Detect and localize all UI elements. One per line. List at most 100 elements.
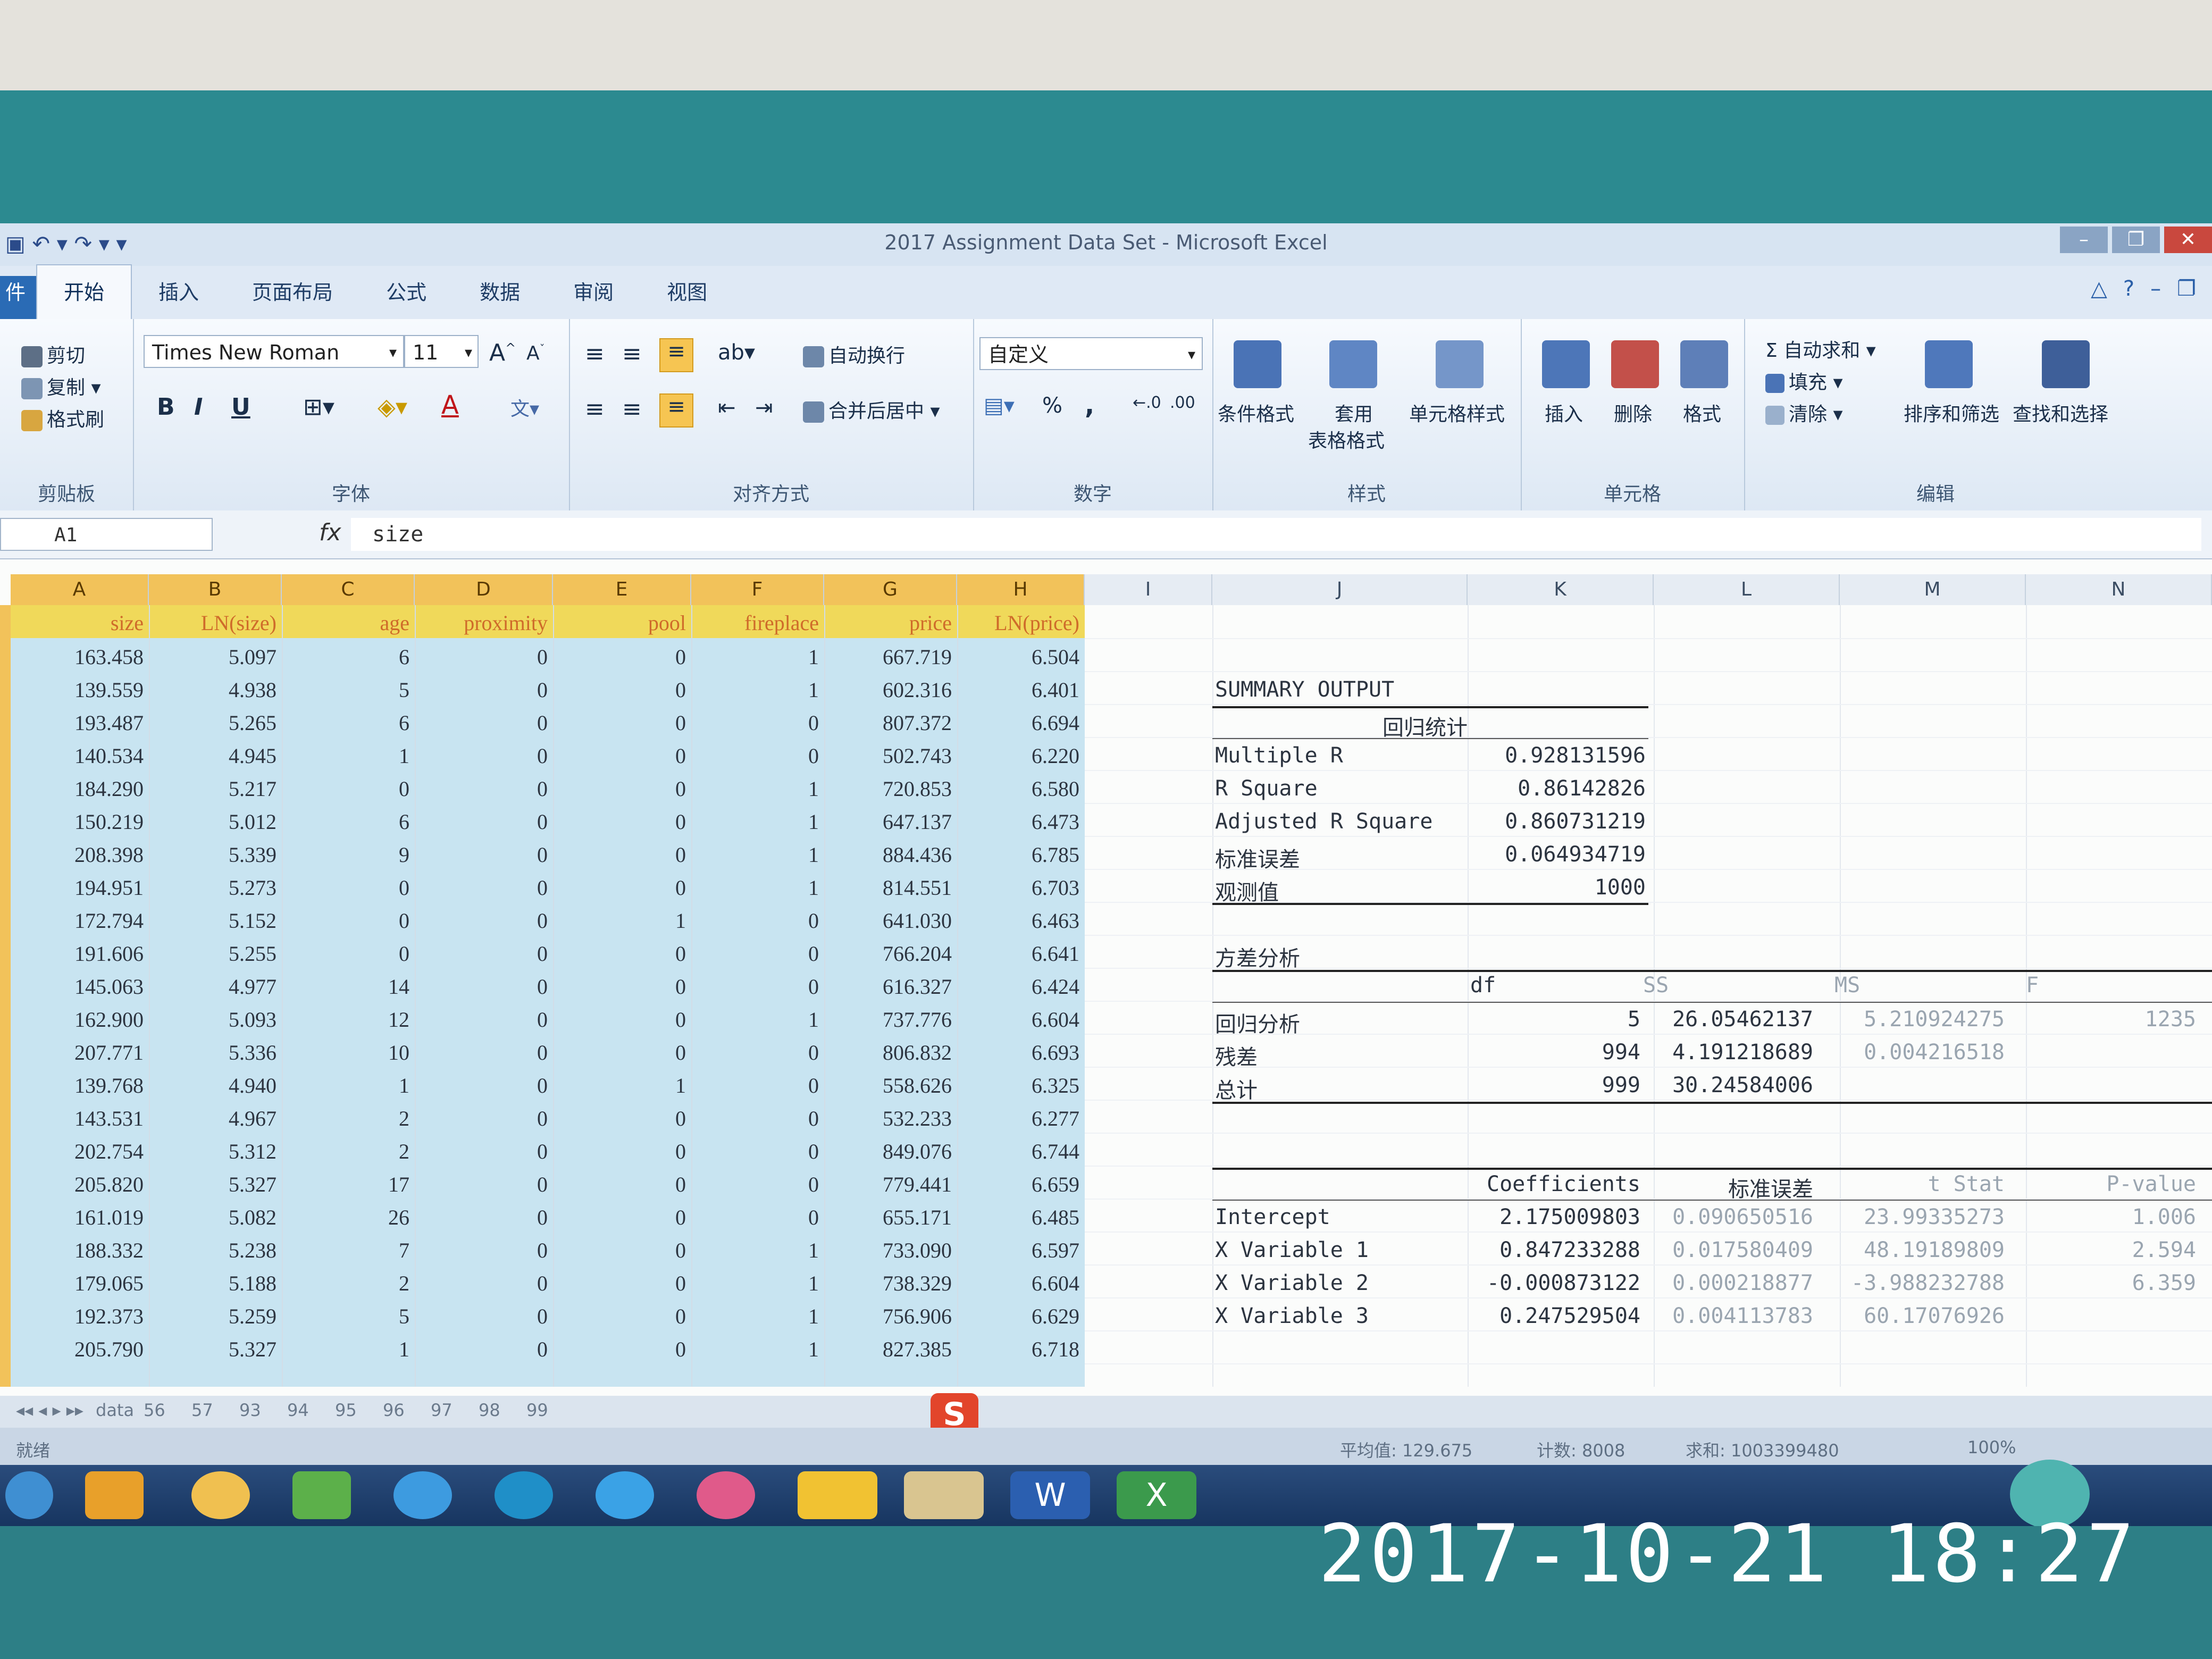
table-cell[interactable]: 145.063 (11, 974, 144, 999)
sheet-tab[interactable]: 95 (335, 1400, 357, 1420)
table-cell[interactable]: 0 (415, 1172, 548, 1197)
table-cell[interactable]: 827.385 (824, 1337, 952, 1362)
table-cell[interactable]: 4.938 (149, 677, 276, 702)
table-cell[interactable]: 5.259 (149, 1304, 276, 1329)
align-left-icon[interactable]: ≡ (585, 396, 605, 423)
insert-function-button[interactable]: fx (319, 519, 341, 546)
anova-value[interactable]: 4.191218689 (1638, 1040, 1813, 1065)
sheet-tab[interactable]: 99 (526, 1400, 548, 1420)
table-cell[interactable]: 5.238 (149, 1238, 276, 1263)
coef-value[interactable]: 0.090650516 (1638, 1205, 1813, 1229)
table-cell[interactable]: 806.832 (824, 1040, 952, 1065)
table-cell[interactable]: 6.325 (957, 1073, 1079, 1098)
table-cell[interactable]: 193.487 (11, 710, 144, 735)
table-cell[interactable]: 6 (282, 710, 409, 735)
table-cell[interactable]: 14 (282, 974, 409, 999)
browser-icon[interactable] (596, 1471, 654, 1519)
table-cell[interactable]: 0 (691, 974, 819, 999)
table-cell[interactable]: 188.332 (11, 1238, 144, 1263)
table-cell[interactable]: 641.030 (824, 908, 952, 933)
anova-header[interactable]: df (1470, 973, 1630, 998)
table-cell[interactable]: 26 (282, 1205, 409, 1230)
wrap-text-button[interactable]: 自动换行 (803, 340, 905, 368)
table-cell[interactable]: 558.626 (824, 1073, 952, 1098)
table-cell[interactable]: 0 (553, 809, 686, 834)
coef-header[interactable]: P-value (2021, 1172, 2196, 1196)
bold-button[interactable]: B (157, 393, 175, 421)
media-player-icon[interactable] (495, 1471, 553, 1519)
table-cell[interactable]: 2 (282, 1106, 409, 1131)
table-cell[interactable]: 849.076 (824, 1139, 952, 1164)
coef-label[interactable]: X Variable 2 (1215, 1271, 1369, 1295)
shrink-font-button[interactable]: Aˇ (526, 342, 545, 364)
table-cell[interactable]: 6.693 (957, 1040, 1079, 1065)
table-cell[interactable]: 0 (415, 677, 548, 702)
table-cell[interactable]: 1 (691, 842, 819, 867)
table-cell[interactable]: 1 (691, 1304, 819, 1329)
table-cell[interactable]: 0 (691, 710, 819, 735)
table-cell[interactable]: 205.820 (11, 1172, 144, 1197)
table-cell[interactable]: 5.339 (149, 842, 276, 867)
table-cell[interactable]: 0 (553, 842, 686, 867)
table-cell[interactable]: 2 (282, 1139, 409, 1164)
table-cell[interactable]: 184.290 (11, 776, 144, 801)
table-cell[interactable]: 0 (282, 875, 409, 900)
table-cell[interactable]: 5.336 (149, 1040, 276, 1065)
header-cell[interactable]: fireplace (691, 610, 819, 635)
table-cell[interactable]: 0 (415, 1106, 548, 1131)
table-cell[interactable]: 0 (553, 1271, 686, 1296)
column-header-j[interactable]: J (1212, 574, 1468, 605)
table-cell[interactable]: 720.853 (824, 776, 952, 801)
anova-value[interactable]: 0.004216518 (1829, 1040, 2005, 1065)
regression-stats-title[interactable]: 回归统计 (1382, 710, 1468, 741)
table-cell[interactable]: 5 (282, 677, 409, 702)
table-cell[interactable]: 1 (691, 1238, 819, 1263)
format-painter-button[interactable]: 格式刷 (21, 404, 104, 432)
align-right-icon[interactable]: ≡ (659, 393, 693, 428)
table-cell[interactable]: 0 (415, 644, 548, 669)
sheet-nav-arrows[interactable]: ◂◂ ◂ ▸ ▸▸ (16, 1400, 83, 1420)
format-as-table-button[interactable]: 套用 (1335, 399, 1373, 426)
table-cell[interactable]: 5.012 (149, 809, 276, 834)
stat-value[interactable]: 0.928131596 (1380, 743, 1646, 768)
tab-page-layout[interactable]: 页面布局 (225, 276, 359, 319)
table-cell[interactable]: 6.604 (957, 1007, 1079, 1032)
table-cell[interactable]: 5.082 (149, 1205, 276, 1230)
table-cell[interactable]: 6 (282, 809, 409, 834)
table-cell[interactable]: 0 (282, 776, 409, 801)
table-cell[interactable]: 0 (282, 941, 409, 966)
table-cell[interactable]: 733.090 (824, 1238, 952, 1263)
table-cell[interactable]: 0 (553, 974, 686, 999)
table-cell[interactable]: 6.659 (957, 1172, 1079, 1197)
coef-value[interactable]: 0.004113783 (1638, 1304, 1813, 1328)
minimize-icon[interactable]: – (2060, 227, 2108, 253)
autosum-button[interactable]: Σ 自动求和 ▾ (1765, 335, 1876, 363)
table-cell[interactable]: 0 (553, 1337, 686, 1362)
ribbon-collapse-icon[interactable]: △ (2091, 276, 2107, 301)
table-cell[interactable]: 6.641 (957, 941, 1079, 966)
start-button[interactable] (5, 1471, 53, 1519)
increase-decimal-icon[interactable]: ←.0 (1133, 393, 1161, 412)
table-cell[interactable]: 163.458 (11, 644, 144, 669)
table-cell[interactable]: 139.559 (11, 677, 144, 702)
app-icon-1[interactable] (85, 1471, 144, 1519)
table-cell[interactable]: 0 (553, 1238, 686, 1263)
table-cell[interactable]: 5.273 (149, 875, 276, 900)
table-cell[interactable]: 6.694 (957, 710, 1079, 735)
table-cell[interactable]: 0 (691, 1172, 819, 1197)
table-cell[interactable]: 0 (553, 1106, 686, 1131)
table-cell[interactable]: 0 (282, 908, 409, 933)
coef-label[interactable]: X Variable 3 (1215, 1304, 1369, 1328)
table-cell[interactable]: 756.906 (824, 1304, 952, 1329)
table-cell[interactable]: 502.743 (824, 743, 952, 768)
stat-label[interactable]: Multiple R (1215, 743, 1343, 768)
table-cell[interactable]: 1 (691, 776, 819, 801)
table-cell[interactable]: 738.329 (824, 1271, 952, 1296)
column-header-e[interactable]: E (553, 574, 691, 605)
coef-label[interactable]: X Variable 1 (1215, 1238, 1369, 1262)
table-cell[interactable]: 602.316 (824, 677, 952, 702)
header-cell[interactable]: price (824, 610, 952, 635)
app-icon-2[interactable] (191, 1471, 250, 1519)
app-icon-3[interactable] (292, 1471, 351, 1519)
close-icon[interactable]: ✕ (2164, 227, 2212, 253)
